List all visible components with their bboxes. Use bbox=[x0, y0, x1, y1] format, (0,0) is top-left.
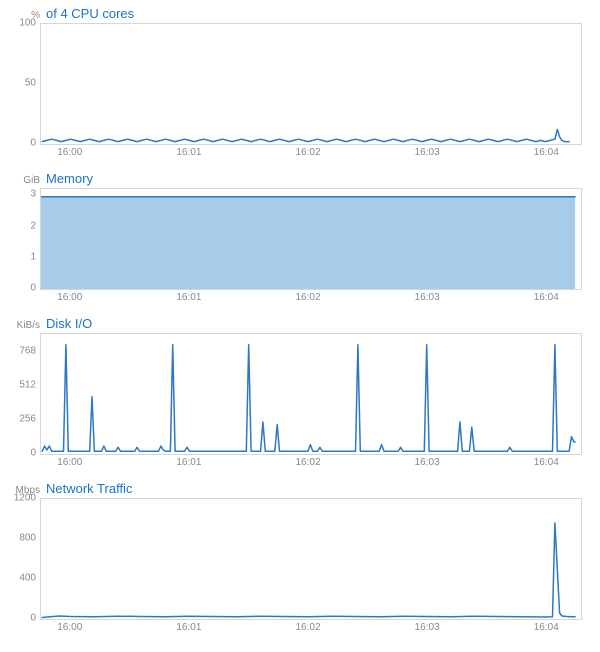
chart-y-tick: 512 bbox=[19, 379, 36, 390]
chart-x-tick: 16:00 bbox=[57, 622, 82, 633]
chart-x-tick: 16:02 bbox=[296, 457, 321, 468]
chart-x-tick: 16:00 bbox=[57, 147, 82, 158]
chart-plot-area bbox=[40, 188, 582, 290]
chart-y-tick: 400 bbox=[19, 573, 36, 584]
chart-y-tick: 0 bbox=[30, 283, 36, 294]
chart-header: %of 4 CPU cores bbox=[10, 6, 582, 21]
chart-y-tick: 0 bbox=[30, 613, 36, 624]
chart-x-axis: 16:00 16:01 16:02 16:03 16:04 bbox=[40, 290, 582, 304]
chart-x-tick: 16:01 bbox=[176, 292, 201, 303]
chart-plot-area bbox=[40, 23, 582, 145]
chart-plot-area bbox=[40, 498, 582, 620]
chart-header: GiBMemory bbox=[10, 171, 582, 186]
chart-x-tick: 16:04 bbox=[534, 292, 559, 303]
chart-x-tick: 16:03 bbox=[415, 147, 440, 158]
chart-y-tick: 1200 bbox=[14, 493, 36, 504]
chart-panel: GiBMemory 0 1 2 3 16:00 16:01 16:02 16:03 16:04 bbox=[10, 171, 582, 304]
chart-y-tick: 0 bbox=[30, 138, 36, 149]
chart-plot-row: 050100 bbox=[10, 23, 582, 145]
chart-y-axis: 0123 bbox=[10, 188, 40, 288]
chart-y-tick: 50 bbox=[25, 78, 36, 89]
chart-x-tick: 16:00 bbox=[57, 457, 82, 468]
chart-y-tick: 100 bbox=[19, 18, 36, 29]
chart-x-axis: 16:00 16:01 16:02 16:03 16:04 bbox=[40, 455, 582, 469]
chart-panel: MbpsNetwork Traffic 0 400 800 1200 16:00 16:01… bbox=[10, 481, 582, 634]
chart-header: MbpsNetwork Traffic bbox=[10, 481, 582, 496]
chart-x-tick: 16:01 bbox=[176, 457, 201, 468]
chart-unit-label: GiB bbox=[10, 175, 46, 186]
chart-x-tick: 16:03 bbox=[415, 457, 440, 468]
chart-x-tick: 16:01 bbox=[176, 622, 201, 633]
chart-y-tick: 0 bbox=[30, 448, 36, 459]
chart-y-tick: 1 bbox=[30, 251, 36, 262]
chart-panel: %of 4 CPU cores05010016:0016:0116:0216:0… bbox=[10, 6, 582, 159]
chart-y-tick: 3 bbox=[30, 189, 36, 200]
chart-x-tick: 16:02 bbox=[296, 622, 321, 633]
chart-x-tick: 16:00 bbox=[57, 292, 82, 303]
chart-x-tick: 16:04 bbox=[534, 457, 559, 468]
chart-plot-area bbox=[40, 333, 582, 455]
chart-title: Memory bbox=[46, 171, 93, 186]
chart-y-axis: 0256512768 bbox=[10, 333, 40, 453]
chart-title: Disk I/O bbox=[46, 316, 92, 331]
chart-x-tick: 16:02 bbox=[296, 147, 321, 158]
chart-y-axis: 050100 bbox=[10, 23, 40, 143]
chart-y-tick: 768 bbox=[19, 345, 36, 356]
chart-x-tick: 16:03 bbox=[415, 622, 440, 633]
chart-x-tick: 16:02 bbox=[296, 292, 321, 303]
chart-plot-row: 0123 bbox=[10, 188, 582, 290]
chart-y-axis: 04008001200 bbox=[10, 498, 40, 618]
chart-header: KiB/sDisk I/O bbox=[10, 316, 582, 331]
chart-x-tick: 16:04 bbox=[534, 147, 559, 158]
chart-x-axis: 16:00 16:01 16:02 16:03 16:04 bbox=[40, 145, 582, 159]
chart-y-tick: 800 bbox=[19, 533, 36, 544]
metrics-dashboard: %of 4 CPU cores05010016:0016:0116:0216:0… bbox=[0, 0, 600, 652]
chart-x-tick: 16:01 bbox=[176, 147, 201, 158]
chart-unit-label: KiB/s bbox=[10, 320, 46, 331]
chart-title: of 4 CPU cores bbox=[46, 6, 134, 21]
chart-plot-row: 04008001200 bbox=[10, 498, 582, 620]
chart-plot-row: 0256512768 bbox=[10, 333, 582, 455]
chart-y-tick: 2 bbox=[30, 220, 36, 231]
chart-title: Network Traffic bbox=[46, 481, 132, 496]
chart-panel: KiB/sDisk I/O025651276816:0016:0116:0216… bbox=[10, 316, 582, 469]
chart-x-tick: 16:04 bbox=[534, 622, 559, 633]
chart-y-tick: 256 bbox=[19, 413, 36, 424]
chart-x-tick: 16:03 bbox=[415, 292, 440, 303]
chart-x-axis: 16:00 16:01 16:02 16:03 16:04 bbox=[40, 620, 582, 634]
